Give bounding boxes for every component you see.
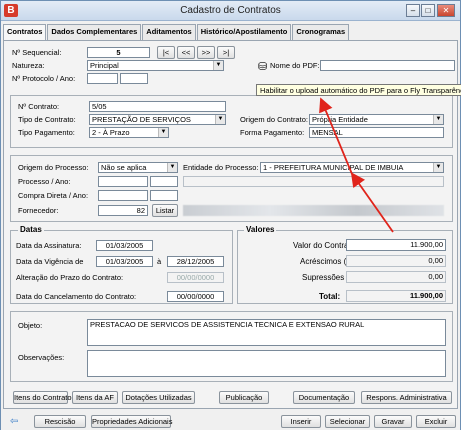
contract-window: B Cadastro de Contratos ‒ □ ✕ Contratos … <box>0 0 461 430</box>
annotation-arrow <box>319 97 394 233</box>
gravar-button[interactable]: Gravar <box>374 415 412 428</box>
back-arrow-icon[interactable]: ⇦ <box>10 416 18 427</box>
excluir-button[interactable]: Excluir <box>416 415 456 428</box>
inserir-button[interactable]: Inserir <box>281 415 321 428</box>
rescisao-button[interactable]: Rescisão <box>34 415 86 428</box>
propriedades-button[interactable]: Propriedades Adicionais <box>91 415 172 428</box>
bottom-toolbar: ⇦ Rescisão Propriedades Adicionais Inser… <box>1 413 460 430</box>
selecionar-button[interactable]: Selecionar <box>325 415 370 428</box>
